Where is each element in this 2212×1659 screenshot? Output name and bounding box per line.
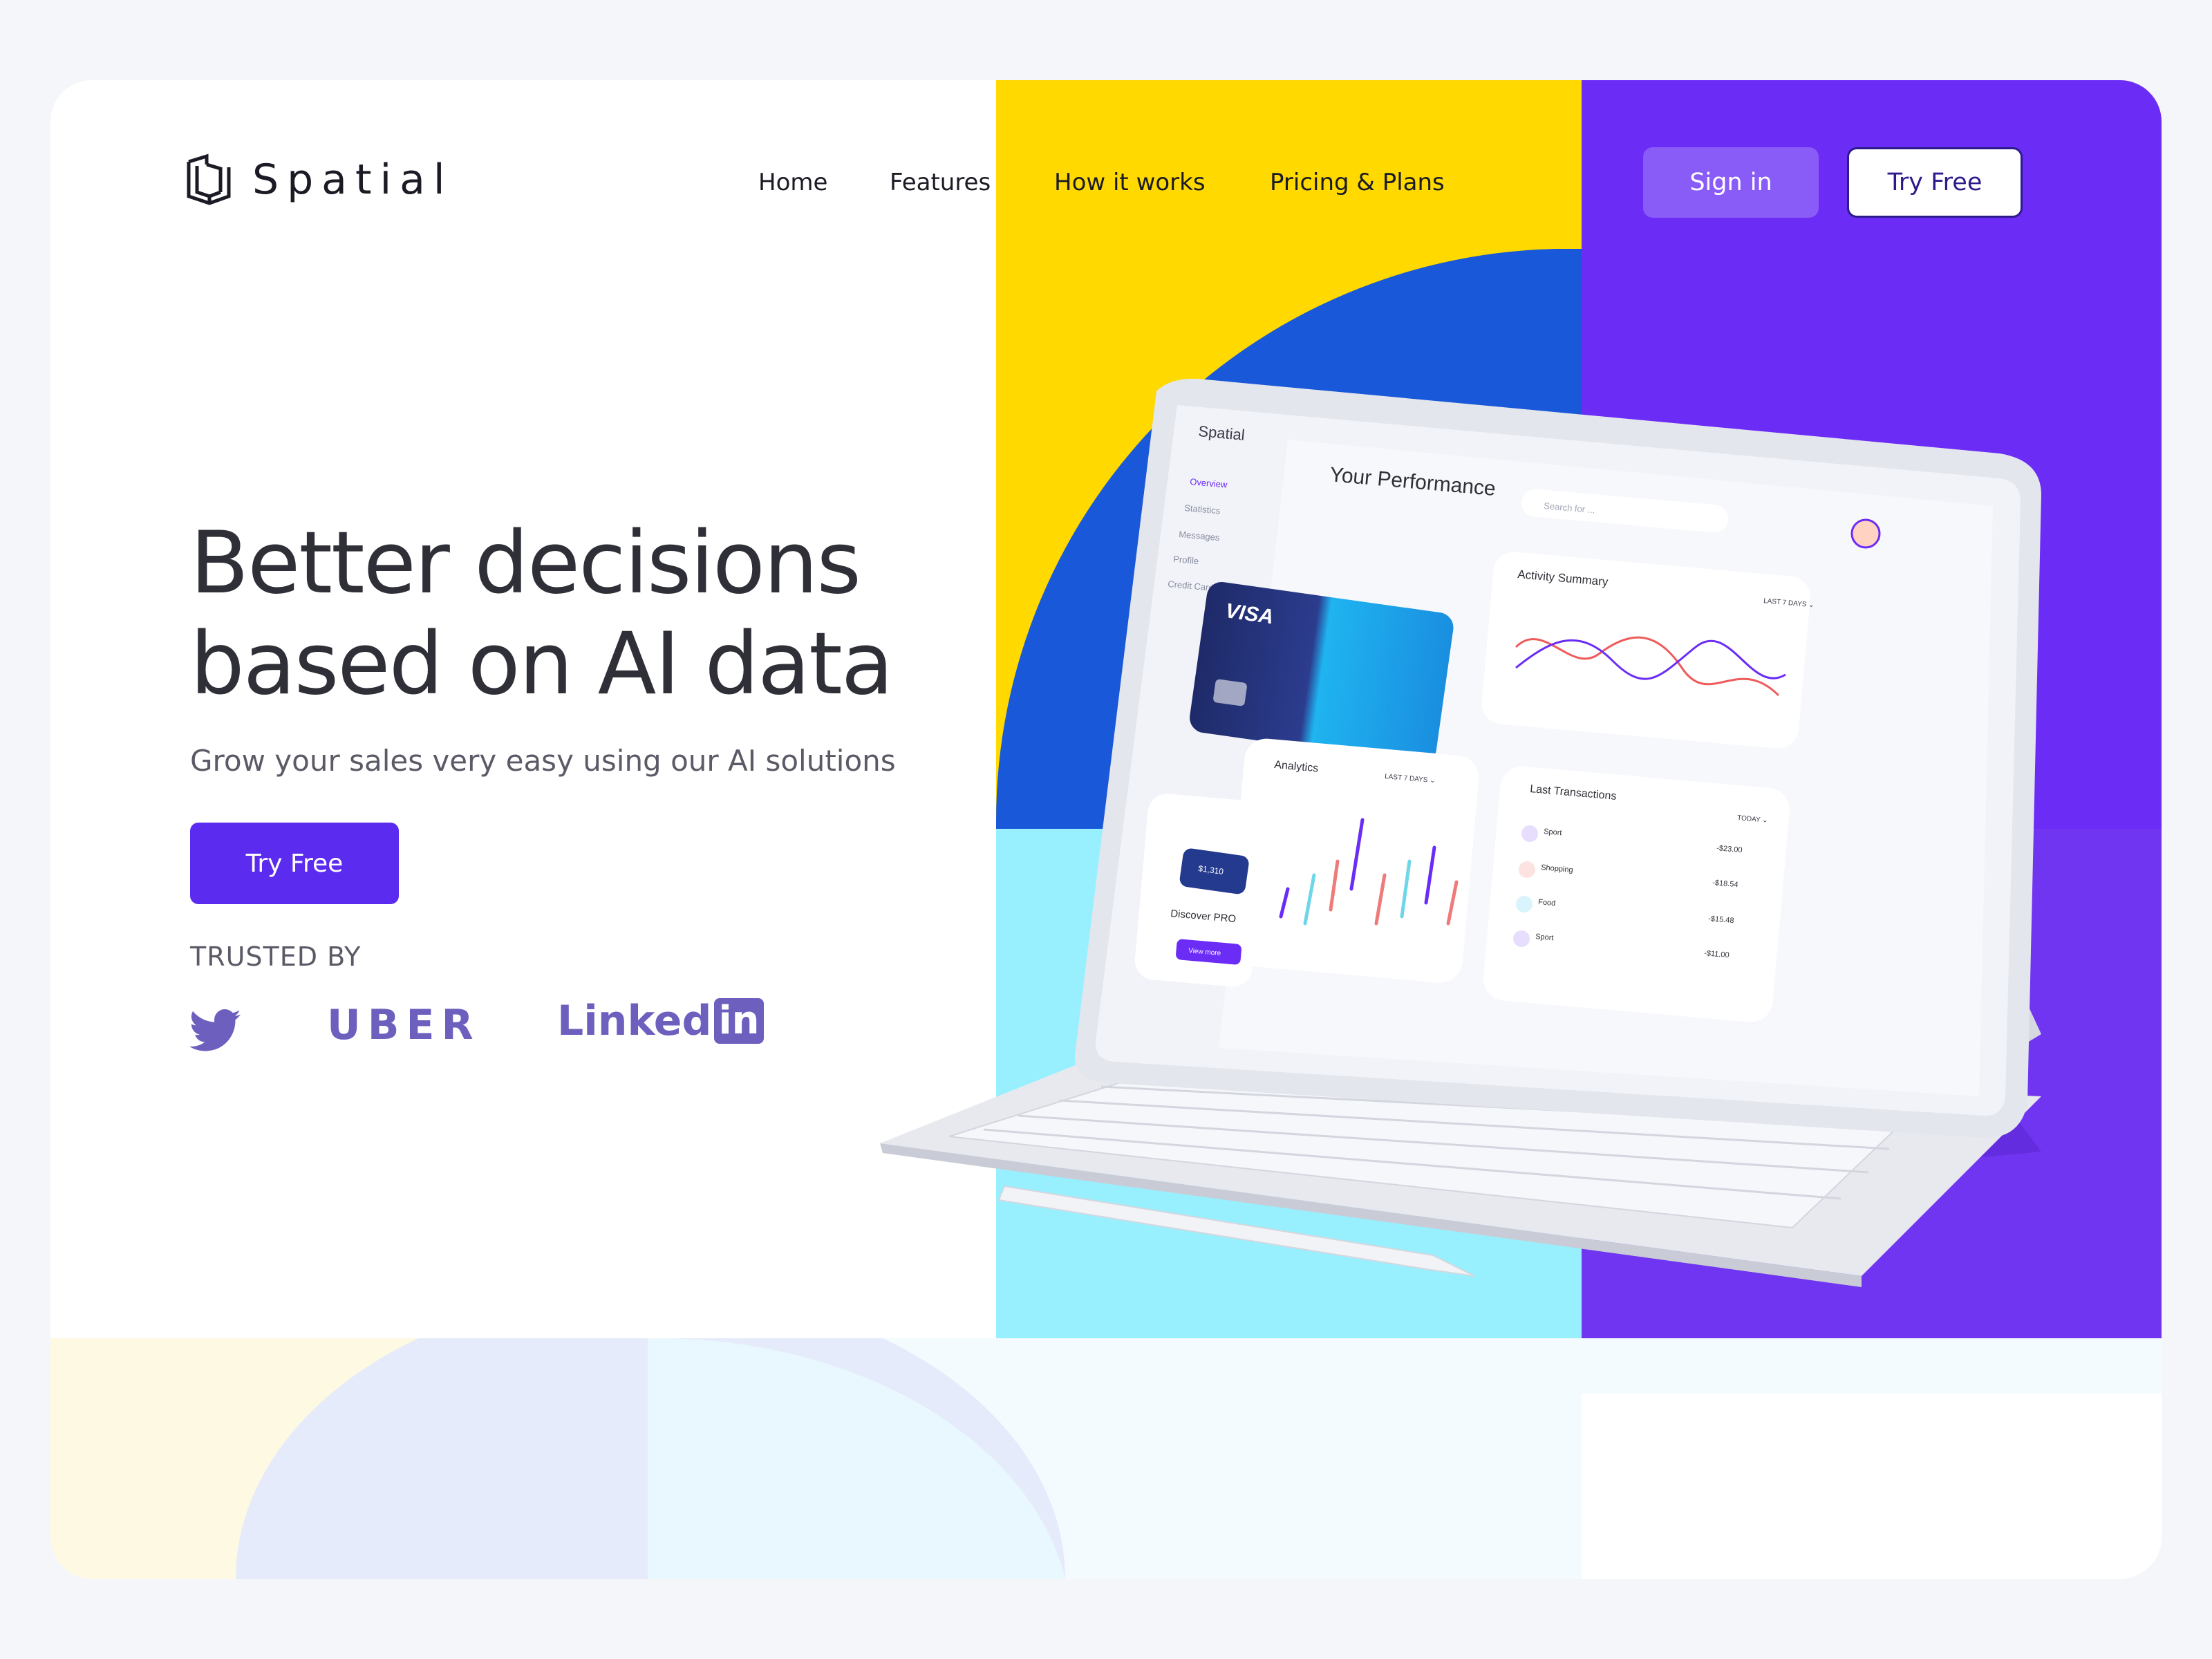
hero-subtitle: Grow your sales very easy using our AI s… xyxy=(190,744,896,778)
nav-pricing[interactable]: Pricing & Plans xyxy=(1270,169,1445,196)
tx-3-name: Food xyxy=(1538,898,1556,908)
nav-how-it-works[interactable]: How it works xyxy=(1054,169,1206,196)
device-avatar xyxy=(1850,518,1881,549)
nav-home[interactable]: Home xyxy=(758,169,827,196)
linkedin-wordmark: Linked xyxy=(557,997,712,1045)
tx-1-name: Sport xyxy=(1544,827,1562,837)
bottom-white-strip xyxy=(1582,1394,2162,1579)
try-free-header-button[interactable]: Try Free xyxy=(1847,147,2023,218)
brand-logo[interactable]: Spatial xyxy=(186,153,453,206)
bottom-half-circle xyxy=(236,1338,1065,1579)
sign-in-button[interactable]: Sign in xyxy=(1643,147,1819,218)
tx-4-name: Sport xyxy=(1535,932,1554,942)
try-free-hero-button[interactable]: Try Free xyxy=(190,823,399,904)
tablet-mockup: Spatial Overview Statistics Messages Pro… xyxy=(880,378,2041,1287)
menu-profile: Profile xyxy=(1173,554,1199,566)
nav-features[interactable]: Features xyxy=(890,169,991,196)
linkedin-logo: Linked in xyxy=(557,997,764,1045)
twitter-icon xyxy=(189,1009,241,1051)
trusted-by-label: TRUSTED BY xyxy=(190,941,362,972)
uber-logo: UBER xyxy=(327,1001,480,1049)
spatial-logo-icon xyxy=(187,153,231,205)
landing-card: Spatial Home Features How it works Prici… xyxy=(50,80,2162,1579)
brand-name: Spatial xyxy=(252,156,453,204)
linkedin-in-badge: in xyxy=(714,998,764,1044)
